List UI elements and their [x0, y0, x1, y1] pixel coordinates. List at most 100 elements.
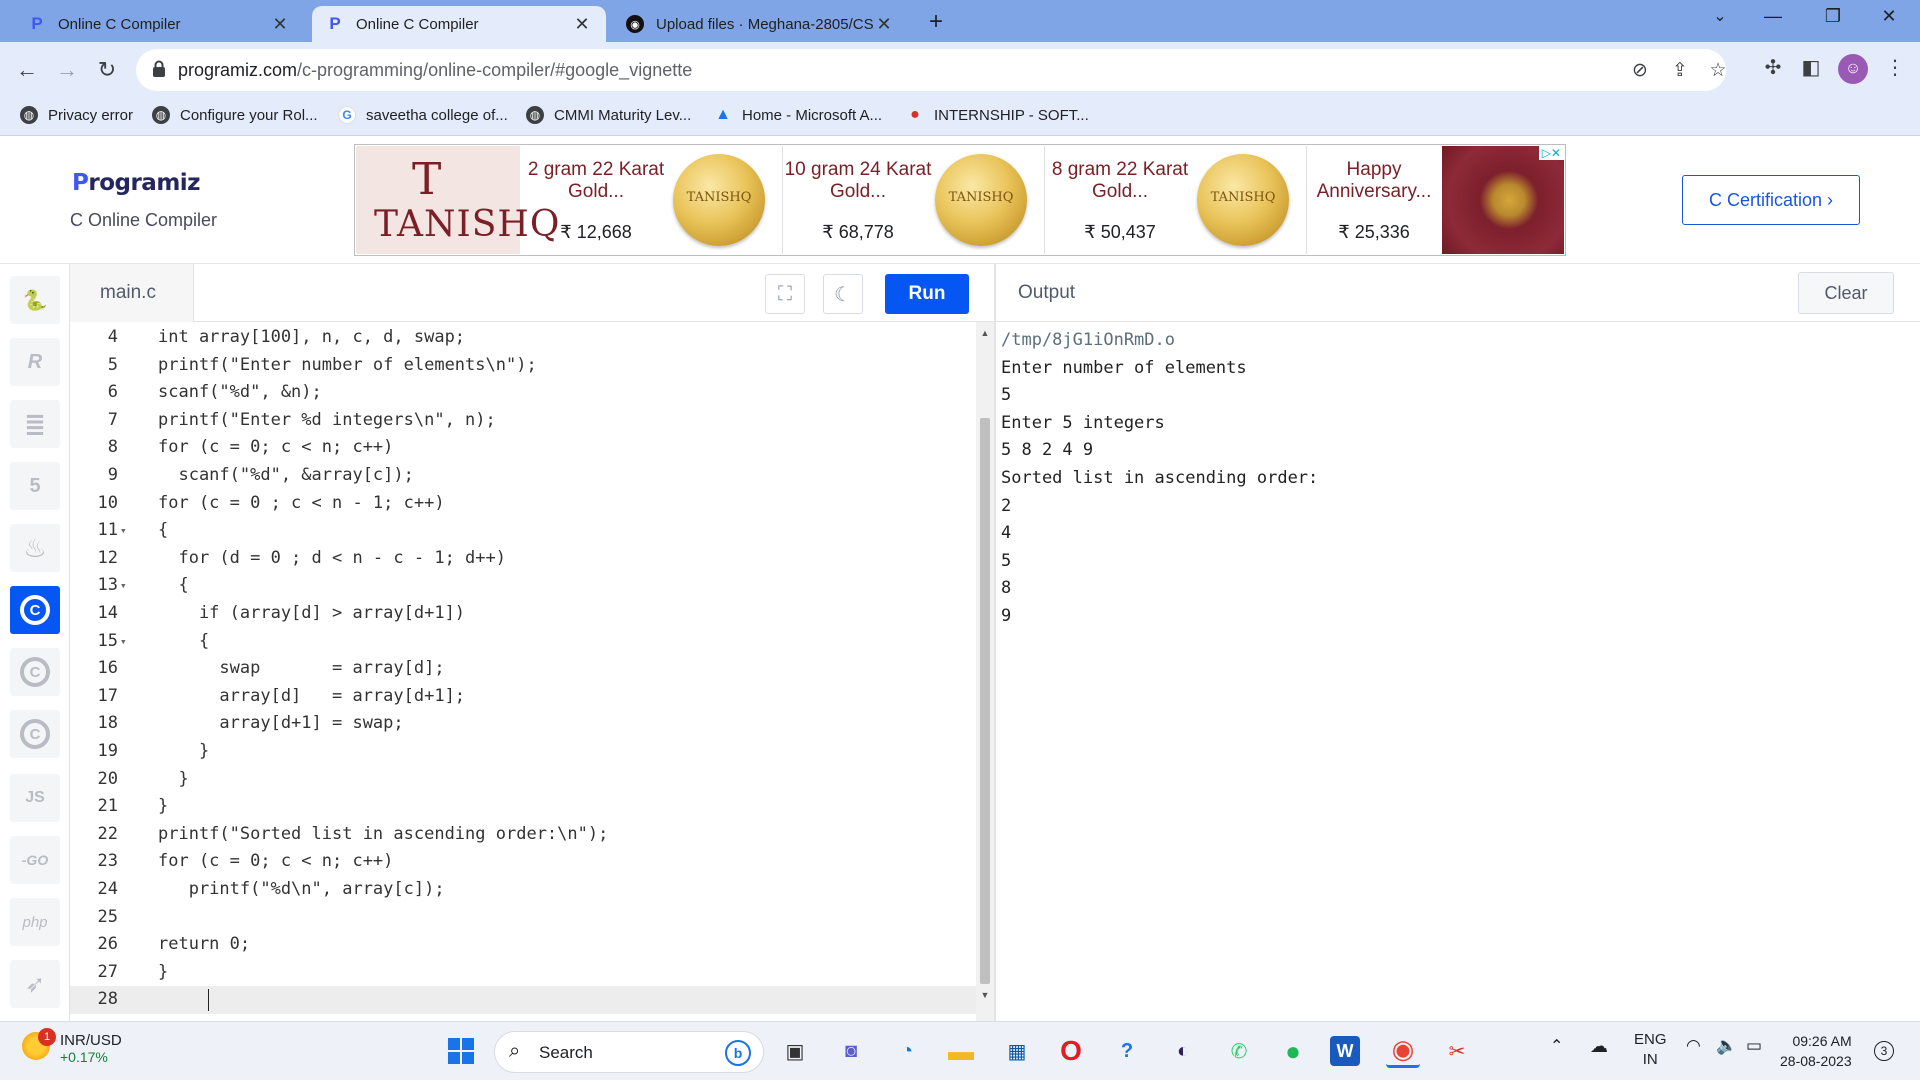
code-line[interactable]: 17 array[d] = array[d+1]; [70, 683, 976, 711]
code-line[interactable]: 13 ▾ { [70, 572, 976, 600]
fold-toggle-icon[interactable]: ▾ [120, 572, 127, 600]
side-panel-icon[interactable]: ◧ [1796, 55, 1826, 80]
file-explorer-icon[interactable]: ▬ [944, 1034, 978, 1068]
whatsapp-icon[interactable]: ✆ [1222, 1034, 1256, 1068]
python-language-icon[interactable]: 🐍 [10, 276, 60, 324]
microsoft-store-icon[interactable]: ▦ [1000, 1034, 1034, 1068]
code-line[interactable]: 24 printf("%d\n", array[c]); [70, 876, 976, 904]
clear-output-button[interactable]: Clear [1798, 272, 1894, 314]
opera-icon[interactable]: O [1054, 1034, 1088, 1068]
go-language-icon[interactable]: -GO [10, 836, 60, 884]
notification-badge[interactable]: 3 [1874, 1041, 1894, 1061]
code-line[interactable]: 25 [70, 904, 976, 932]
ad-product-card[interactable]: 2 gram 22 Karat Gold... ₹ 12,668 TANISHQ [521, 146, 783, 254]
run-button[interactable]: Run [885, 274, 969, 314]
windows-start-icon[interactable] [444, 1034, 478, 1068]
r-language-icon[interactable]: R [10, 338, 60, 386]
code-line[interactable]: 23 for (c = 0; c < n; c++) [70, 848, 976, 876]
browser-tab[interactable]: P Online C Compiler ✕ [14, 6, 304, 42]
code-line[interactable]: 7 printf("Enter %d integers\n", n); [70, 407, 976, 435]
bookmark-item[interactable]: ● INTERNSHIP - SOFT... [906, 106, 1089, 124]
browser-tab-active[interactable]: P Online C Compiler ✕ [312, 6, 606, 42]
close-tab-icon[interactable]: ✕ [874, 14, 894, 35]
code-line[interactable]: 15 ▾ { [70, 628, 976, 656]
code-line[interactable]: 8 for (c = 0; c < n; c++) [70, 434, 976, 462]
extensions-icon[interactable]: ✣ [1758, 55, 1788, 80]
fold-toggle-icon[interactable]: ▾ [120, 628, 127, 656]
code-line[interactable]: 4 int array[100], n, c, d, swap; [70, 324, 976, 352]
system-clock[interactable]: 09:26 AM 28-08-2023 [1780, 1031, 1852, 1071]
bookmark-item[interactable]: G saveetha college of... [338, 106, 508, 124]
teams-chat-icon[interactable]: ◙ [834, 1034, 868, 1068]
code-line[interactable]: 12 for (d = 0 ; d < n - c - 1; d++) [70, 545, 976, 573]
c-language-icon[interactable]: C [10, 586, 60, 634]
close-window-button[interactable]: ✕ [1874, 6, 1904, 27]
reload-icon[interactable]: ↻ [92, 55, 122, 85]
close-tab-icon[interactable]: ✕ [270, 14, 290, 35]
address-bar[interactable]: programiz.com/c-programming/online-compi… [136, 49, 1727, 91]
bookmark-star-icon[interactable]: ☆ [1706, 59, 1730, 82]
language-indicator[interactable]: ENG IN [1634, 1030, 1667, 1070]
c-certification-button[interactable]: C Certification › [1682, 175, 1860, 225]
scrollbar-thumb[interactable] [980, 418, 990, 984]
code-line[interactable]: 6 scanf("%d", &n); [70, 379, 976, 407]
code-line[interactable]: 22 printf("Sorted list in ascending order… [70, 821, 976, 849]
currency-widget[interactable]: 1 INR/USD +0.17% [22, 1028, 122, 1065]
minimize-button[interactable]: — [1758, 6, 1788, 27]
forward-arrow-icon[interactable]: → [52, 55, 82, 85]
tab-search-icon[interactable]: ⌄ [1705, 6, 1735, 26]
volume-icon[interactable]: 🔈 [1716, 1036, 1737, 1056]
bing-icon[interactable]: b [725, 1040, 751, 1066]
eye-off-icon[interactable]: ⊘ [1628, 59, 1652, 82]
word-icon[interactable]: W [1330, 1036, 1360, 1066]
scroll-down-icon[interactable]: ▼ [976, 990, 994, 1000]
scroll-up-icon[interactable]: ▲ [976, 328, 994, 338]
javascript-icon[interactable]: JS [10, 774, 60, 822]
ad-product-card[interactable]: 8 gram 22 Karat Gold... ₹ 50,437 TANISHQ [1045, 146, 1307, 254]
help-icon[interactable]: ? [1110, 1034, 1144, 1068]
menu-dots-icon[interactable]: ⋮ [1880, 55, 1910, 80]
new-tab-button[interactable]: + [922, 8, 950, 36]
profile-avatar[interactable]: ☺ [1838, 54, 1868, 84]
fold-toggle-icon[interactable]: ▾ [120, 517, 127, 545]
show-hidden-icons-icon[interactable]: ⌃ [1550, 1036, 1563, 1056]
edge-browser-icon[interactable]: ◔ [890, 1034, 924, 1068]
code-line[interactable]: 16 swap = array[d]; [70, 655, 976, 683]
bookmark-item[interactable]: ◍ Privacy error [20, 106, 133, 124]
code-line[interactable]: 21} [70, 793, 976, 821]
csharp-language-icon[interactable]: C [10, 710, 60, 758]
bookmark-item[interactable]: ◍ CMMI Maturity Lev... [526, 106, 691, 124]
html5-icon[interactable]: 5 [10, 462, 60, 510]
swift-icon[interactable]: ➶ [10, 960, 60, 1008]
code-line[interactable]: 9 scanf("%d", &array[c]); [70, 462, 976, 490]
task-view-icon[interactable]: ▣ [778, 1034, 812, 1068]
ad-product-card[interactable]: 10 gram 24 Karat Gold... ₹ 68,778 TANISH… [783, 146, 1045, 254]
programiz-logo[interactable]: Programiz [72, 170, 201, 196]
dark-mode-moon-icon[interactable]: ☾ [823, 274, 863, 314]
sql-database-icon[interactable]: ≣ [10, 400, 60, 448]
share-icon[interactable]: ⇪ [1668, 59, 1692, 82]
restore-button[interactable]: ❐ [1818, 6, 1848, 27]
php-icon[interactable]: php [10, 898, 60, 946]
back-arrow-icon[interactable]: ← [12, 55, 42, 85]
ad-product-card[interactable]: Happy Anniversary... ₹ 25,336 [1307, 146, 1441, 254]
onedrive-off-icon[interactable]: ☁ [1590, 1036, 1608, 1057]
adchoices-icon[interactable]: ▷✕ [1538, 146, 1564, 160]
code-line[interactable]: 10 for (c = 0 ; c < n - 1; c++) [70, 490, 976, 518]
taskbar-search[interactable]: ⌕ Search b [494, 1031, 764, 1073]
code-line[interactable]: 14 if (array[d] > array[d+1]) [70, 600, 976, 628]
eclipse-icon[interactable]: ◐ [1166, 1034, 1200, 1068]
close-tab-icon[interactable]: ✕ [572, 14, 592, 35]
code-line[interactable]: 5 printf("Enter number of elements\n"); [70, 352, 976, 380]
file-tab-main-c[interactable]: main.c [70, 264, 194, 322]
fullscreen-icon[interactable]: ⛶ [765, 274, 805, 314]
cpp-language-icon[interactable]: C [10, 648, 60, 696]
java-icon[interactable]: ♨ [10, 524, 60, 572]
chrome-icon[interactable]: ◉ [1386, 1034, 1420, 1068]
code-line[interactable]: 18 array[d+1] = swap; [70, 710, 976, 738]
bookmark-item[interactable]: ▲ Home - Microsoft A... [714, 106, 882, 124]
advertisement-banner[interactable]: T TANISHQ 2 gram 22 Karat Gold... ₹ 12,6… [354, 144, 1566, 256]
spotify-icon[interactable]: ● [1276, 1034, 1310, 1068]
wifi-icon[interactable]: ◠ [1686, 1036, 1701, 1056]
snipping-tool-icon[interactable]: ✂ [1440, 1034, 1474, 1068]
